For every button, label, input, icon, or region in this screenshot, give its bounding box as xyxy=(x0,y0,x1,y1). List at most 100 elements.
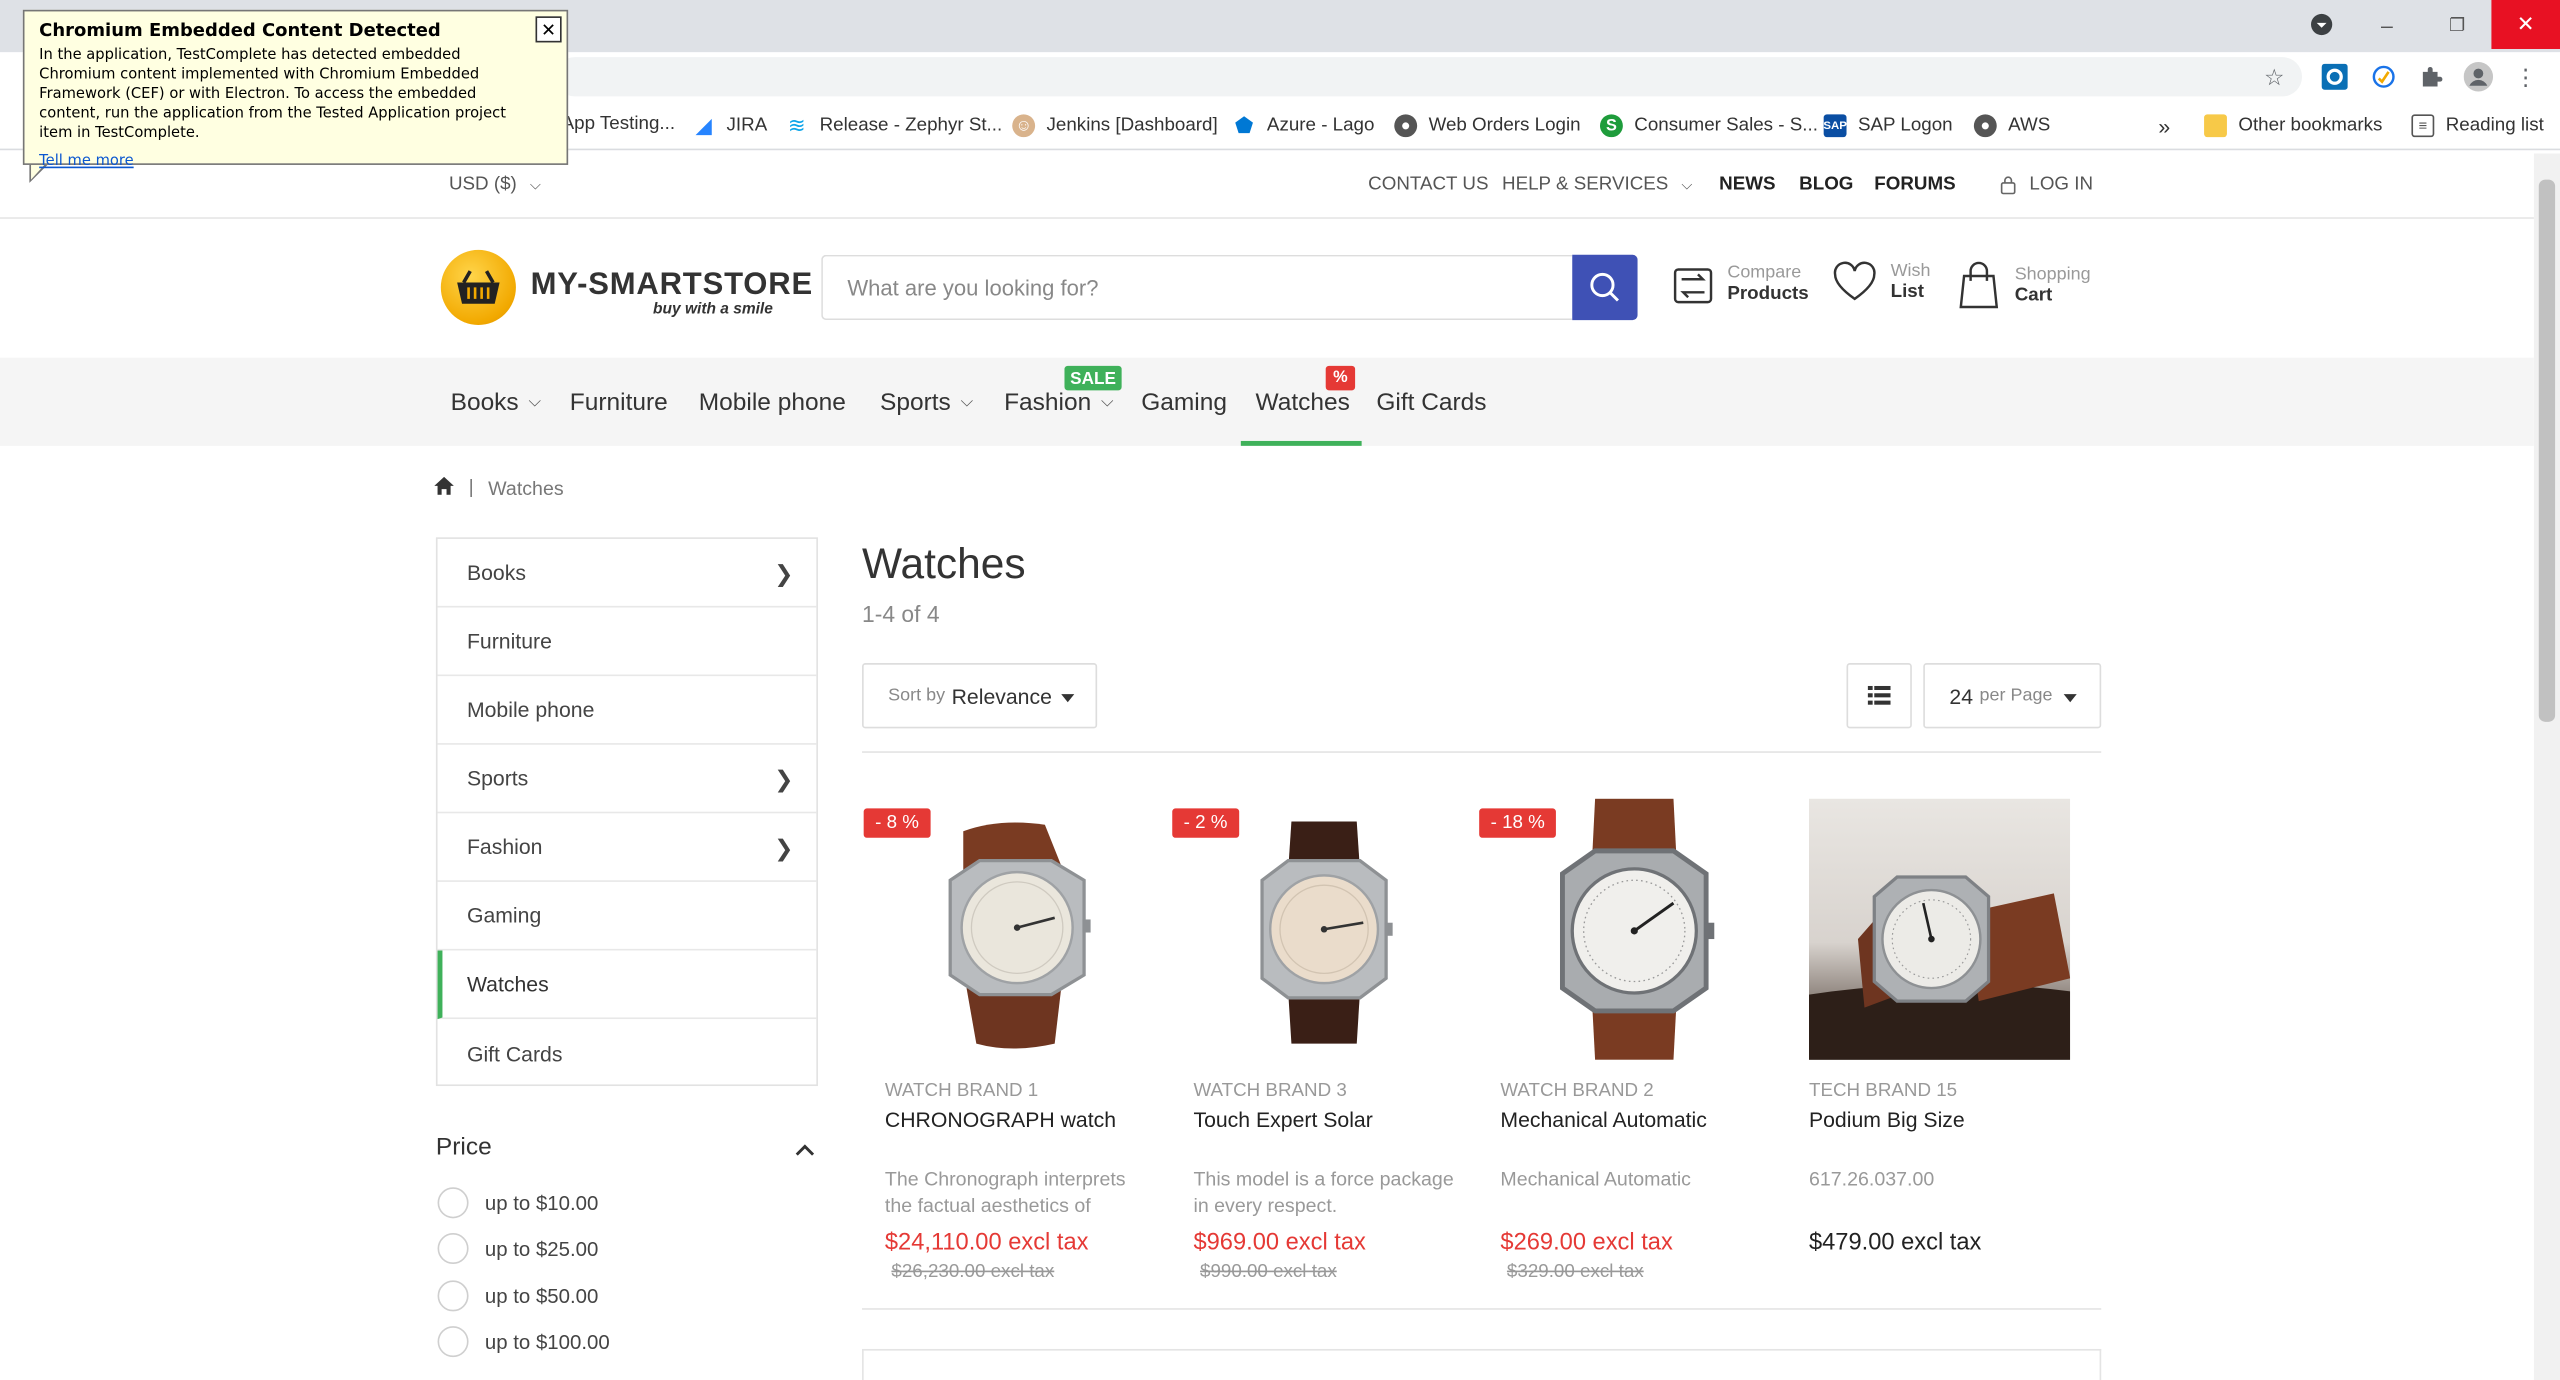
radio-button[interactable] xyxy=(437,1187,469,1219)
contact-us-link[interactable]: CONTACT US xyxy=(1368,175,1488,195)
sidebar-item-gift-cards[interactable]: Gift Cards xyxy=(438,1019,817,1088)
profile-dropdown-button[interactable] xyxy=(2286,0,2358,49)
close-icon: ✕ xyxy=(2516,11,2535,36)
product-old-price: $26,230.00 excl tax xyxy=(891,1262,1055,1283)
nav-item-watches[interactable]: Watches xyxy=(1256,389,1350,417)
notification-title: Chromium Embedded Content Detected xyxy=(39,19,441,41)
close-icon: ✕ xyxy=(541,20,557,41)
home-icon xyxy=(434,476,454,495)
sidebar-item-gaming[interactable]: Gaming xyxy=(437,882,817,951)
discount-badge: - 18 % xyxy=(1479,808,1557,838)
product-name[interactable]: Mechanical Automatic xyxy=(1500,1107,1706,1131)
chevron-right-icon: ❯ xyxy=(774,765,794,793)
compare-products-button[interactable]: Compare Products xyxy=(1672,261,1809,307)
currency-selector[interactable]: USD ($) ⌵ xyxy=(449,175,541,195)
bookmark-item[interactable]: App Testing... xyxy=(562,114,675,134)
reading-list-button[interactable]: ≡ Reading list xyxy=(2411,114,2544,138)
discount-badge: % xyxy=(1325,365,1356,391)
restore-icon: ❐ xyxy=(2449,15,2466,36)
nav-item-gaming[interactable]: Gaming xyxy=(1141,389,1227,417)
breadcrumb-home-link[interactable] xyxy=(434,476,454,500)
bookmarks-overflow-button[interactable]: » xyxy=(2158,114,2170,138)
other-bookmarks-folder[interactable]: Other bookmarks xyxy=(2204,114,2382,138)
price-option[interactable]: up to $100.00 xyxy=(437,1326,610,1358)
discount-badge: - 8 % xyxy=(863,808,931,838)
search-input[interactable] xyxy=(821,254,1573,321)
product-name[interactable]: CHRONOGRAPH watch xyxy=(885,1107,1116,1131)
sidebar-item-fashion[interactable]: Fashion ❯ xyxy=(437,813,817,882)
nav-item-gift-cards[interactable]: Gift Cards xyxy=(1376,389,1486,417)
product-name[interactable]: Podium Big Size xyxy=(1809,1107,1965,1131)
globe-icon: ● xyxy=(1394,114,1418,138)
search-button[interactable] xyxy=(1572,254,1638,321)
minimize-button[interactable]: – xyxy=(2351,0,2423,49)
bookmark-item[interactable]: ⬟ Azure - Lago xyxy=(1233,113,1375,137)
bookmark-item[interactable]: ☺ Jenkins [Dashboard] xyxy=(1012,114,1218,138)
product-brand[interactable]: TECH BRAND 15 xyxy=(1809,1081,1957,1101)
price-filter-title[interactable]: Price xyxy=(436,1133,492,1161)
radio-button[interactable] xyxy=(437,1233,469,1265)
chevron-up-icon[interactable] xyxy=(795,1138,815,1161)
testcomplete-notification: Chromium Embedded Content Detected In th… xyxy=(22,9,569,170)
address-bar[interactable] xyxy=(555,57,2303,97)
forums-link[interactable]: FORUMS xyxy=(1874,175,1955,195)
shopping-cart-button[interactable]: Shopping Cart xyxy=(1959,261,2091,310)
restore-button[interactable]: ❐ xyxy=(2421,0,2493,49)
heart-icon xyxy=(1833,261,1876,301)
product-brand[interactable]: WATCH BRAND 2 xyxy=(1500,1081,1653,1101)
sidebar-item-books[interactable]: Books ❯ xyxy=(437,539,817,608)
radio-button[interactable] xyxy=(437,1280,469,1312)
sidebar-item-watches[interactable]: Watches xyxy=(437,950,817,1020)
wish-list-button[interactable]: Wish List xyxy=(1832,261,1931,303)
profile-avatar-icon[interactable] xyxy=(2463,62,2494,92)
nav-item-furniture[interactable]: Furniture xyxy=(570,389,668,417)
bookmark-item[interactable]: S Consumer Sales - S... xyxy=(1599,114,1818,138)
sidebar-item-sports[interactable]: Sports ❯ xyxy=(437,745,817,814)
sidebar-item-mobile-phone[interactable]: Mobile phone xyxy=(437,676,817,745)
product-brand[interactable]: WATCH BRAND 3 xyxy=(1193,1081,1346,1101)
product-image[interactable] xyxy=(1808,798,2071,1060)
logo-text[interactable]: MY-SMARTSTORE xyxy=(531,268,813,304)
product-description: Mechanical Automatic xyxy=(1500,1167,1691,1191)
logo-tagline: buy with a smile xyxy=(653,300,773,319)
extension-testcomplete-icon[interactable] xyxy=(2320,62,2349,91)
nav-item-sports[interactable]: Sports ⌵ xyxy=(880,389,973,417)
nav-item-mobile-phone[interactable]: Mobile phone xyxy=(699,389,846,417)
sidebar-item-furniture[interactable]: Furniture xyxy=(437,608,817,677)
close-window-button[interactable]: ✕ xyxy=(2491,0,2560,49)
browser-menu-icon[interactable]: ⋮ xyxy=(2511,62,2540,91)
bookmark-star-icon[interactable]: ☆ xyxy=(2260,62,2289,91)
bookmark-item[interactable]: ● AWS xyxy=(1973,114,2050,138)
caret-down-icon xyxy=(2063,694,2077,703)
price-option[interactable]: up to $10.00 xyxy=(437,1187,598,1219)
login-link[interactable]: LOG IN xyxy=(2000,175,2093,194)
divider xyxy=(862,1308,2102,1310)
extension-icon-2[interactable] xyxy=(2369,62,2398,91)
page-scrollbar-thumb[interactable] xyxy=(2538,179,2556,722)
notification-close-button[interactable]: ✕ xyxy=(535,16,562,43)
bookmark-item[interactable]: SAP SAP Logon xyxy=(1823,114,1953,138)
product-name[interactable]: Touch Expert Solar xyxy=(1193,1107,1372,1131)
bookmark-item[interactable]: ◢ JIRA xyxy=(692,113,768,137)
chevron-down-icon: ⌵ xyxy=(1681,176,1693,193)
radio-button[interactable] xyxy=(437,1326,469,1358)
bookmark-item[interactable]: ● Web Orders Login xyxy=(1394,114,1581,138)
per-page-dropdown[interactable]: 24 per Page xyxy=(1923,663,2102,729)
price-option[interactable]: up to $25.00 xyxy=(437,1233,598,1265)
nav-item-books[interactable]: Books ⌵ xyxy=(451,389,541,417)
bookmark-item[interactable]: ≋ Release - Zephyr St... xyxy=(785,113,1002,137)
chevron-right-icon: ❯ xyxy=(774,560,794,587)
nav-item-fashion[interactable]: Fashion ⌵ xyxy=(1004,389,1113,417)
product-brand[interactable]: WATCH BRAND 1 xyxy=(885,1081,1038,1101)
blog-link[interactable]: BLOG xyxy=(1799,175,1853,195)
price-option[interactable]: up to $50.00 xyxy=(437,1280,598,1312)
product-price: $969.00 excl tax xyxy=(1193,1229,1366,1256)
news-link[interactable]: NEWS xyxy=(1719,175,1775,195)
tell-me-more-link[interactable]: Tell me more xyxy=(39,154,133,170)
divider xyxy=(862,751,2102,753)
extensions-puzzle-icon[interactable] xyxy=(2416,62,2445,91)
list-view-button[interactable] xyxy=(1846,663,1912,729)
sort-dropdown[interactable]: Sort by Relevance xyxy=(862,663,1098,729)
store-logo[interactable] xyxy=(440,249,516,325)
help-services-menu[interactable]: HELP & SERVICES ⌵ xyxy=(1502,175,1692,195)
